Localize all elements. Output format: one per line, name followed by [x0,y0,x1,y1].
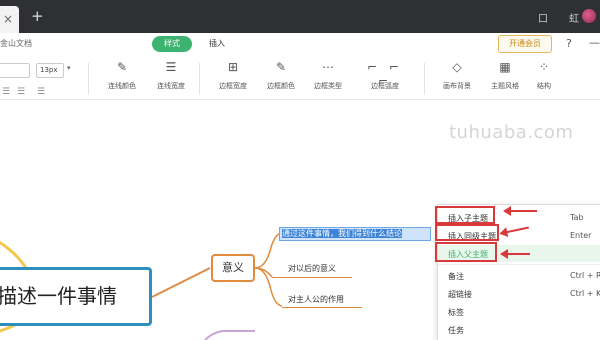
font-family-select[interactable] [0,63,30,78]
border-color-icon: ✎ [275,60,287,74]
tool-label: 边框弧度 [371,82,399,90]
align-left-icon[interactable]: ☰ [2,87,10,97]
tool-label: 连线颜色 [108,82,136,90]
tool-label: 连线宽度 [157,82,185,90]
border-radius-tool[interactable]: ⌐ ⌐ ⌐ 边框弧度 [359,60,411,96]
theme-icon: ▦ [499,60,511,74]
font-size-chevron-icon[interactable]: ▾ [67,64,71,72]
annotation-arrow [500,249,530,259]
tool-label: 画布背景 [443,82,471,90]
menu-divider [438,264,600,265]
annotation-box [435,206,495,224]
structure-icon: ⁘ [538,60,550,74]
border-color-tool[interactable]: ✎ 边框颜色 [258,60,304,96]
line-width-icon: ☰ [165,60,177,74]
tab-insert[interactable]: 插入 [209,38,225,49]
root-to-meaning-line [151,267,211,298]
line-color-tool[interactable]: ✎ 连线颜色 [99,60,145,96]
window-icon[interactable]: 口 [538,10,548,25]
line-color-icon: ✎ [116,60,128,74]
structure-tool[interactable]: ⁘ 结构 [521,60,567,96]
toolbar: 金山文档 样式 插入 开通会员 ? — 13px ▾ ☰ ☰ ☰ ✎ 连线颜色 … [0,33,600,100]
annotation-box [435,224,499,241]
annotation-arrow [503,206,537,216]
new-tab-icon[interactable]: + [31,7,44,25]
font-size-input[interactable]: 13px [36,63,64,78]
minimize-icon[interactable]: — [589,36,600,49]
selected-text: 通过这件事情，我们得到什么结论 [282,229,402,238]
divider [199,63,200,95]
avatar[interactable] [582,9,596,23]
annotation-box [435,242,497,262]
align-center-icon[interactable]: ☰ [17,87,25,97]
window-title-bar: × + 口 虹 [0,0,600,33]
tool-label: 边框类型 [314,82,342,90]
border-type-icon: ⋯ [322,60,334,74]
subtopic-underline [272,277,352,278]
divider [88,63,89,95]
subtopic-underline [282,307,362,308]
border-type-tool[interactable]: ⋯ 边框类型 [305,60,351,96]
menu-item-task[interactable]: 任务 [438,321,600,338]
user-name-icon[interactable]: 虹 [569,10,579,25]
menu-item-tag[interactable]: 标签 [438,303,600,320]
root-topic-node[interactable]: 描述一件事情 [0,267,152,326]
app-brand: 金山文档 [0,39,32,48]
canvas-bg-icon: ◇ [452,60,462,74]
close-tab-icon[interactable]: × [3,12,13,26]
tool-label: 结构 [537,82,551,90]
tool-label: 边框宽度 [219,82,247,90]
border-width-icon: ⊞ [227,60,239,74]
branch-line [254,233,280,269]
topic-node-meaning[interactable]: 意义 [211,254,255,282]
canvas-bg-tool[interactable]: ◇ 画布背景 [434,60,480,96]
border-width-tool[interactable]: ⊞ 边框宽度 [210,60,256,96]
editing-topic-input[interactable]: 通过这件事情，我们得到什么结论 [279,227,431,241]
document-tab[interactable]: × [0,6,19,33]
tool-label: 边框颜色 [267,82,295,90]
menu-item-hyperlink[interactable]: 超链接 Ctrl + K [438,285,600,302]
purple-branch-line [204,330,255,340]
subtopic-node[interactable]: 对以后的意义 [288,263,336,274]
line-width-tool[interactable]: ☰ 连线宽度 [148,60,194,96]
menu-item-note[interactable]: 备注 Ctrl + R [438,267,600,284]
vip-button[interactable]: 开通会员 [498,35,552,53]
border-radius-icon: ⌐ ⌐ ⌐ [367,60,403,88]
align-right-icon[interactable]: ☰ [37,87,45,97]
mindmap-canvas[interactable]: tuhuaba.com 描述一件事情 意义 通过这件事情，我们得到什么结论 对以… [0,101,600,340]
tab-style[interactable]: 样式 [152,36,192,52]
subtopic-node[interactable]: 对主人公的作用 [288,294,344,305]
divider [424,63,425,95]
help-icon[interactable]: ? [566,37,572,50]
